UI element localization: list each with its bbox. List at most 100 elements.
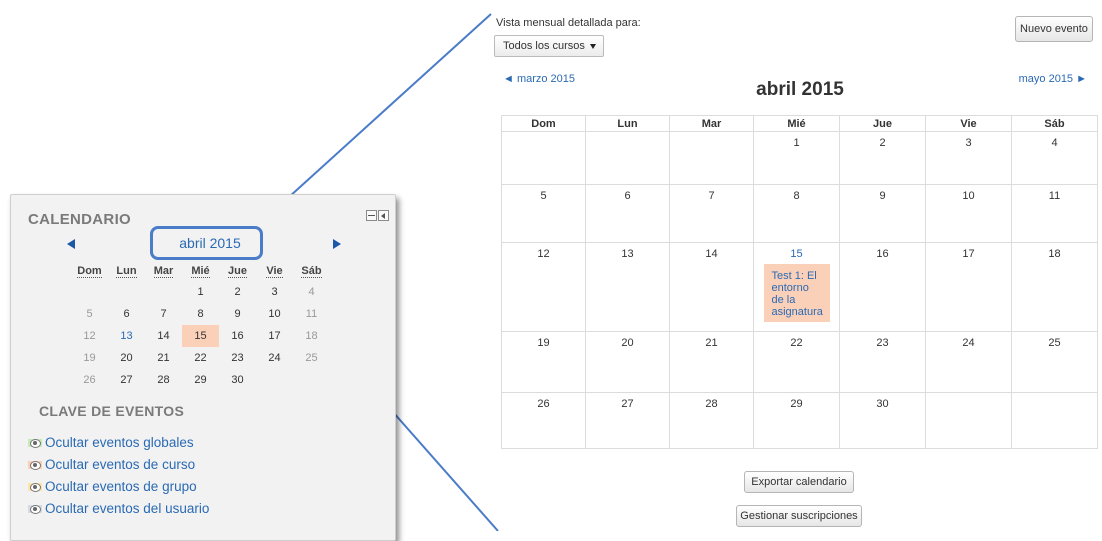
legend-item[interactable]: Ocultar eventos globales [28, 435, 194, 450]
mini-day-cell[interactable]: 16 [219, 325, 256, 347]
day-cell: 29 [753, 392, 840, 449]
mini-day-cell[interactable]: 27 [108, 369, 145, 391]
day-cell: 6 [585, 184, 670, 243]
mini-day-cell[interactable]: 2 [219, 281, 256, 303]
day-number: 3 [965, 137, 972, 149]
day-number: 14 [705, 248, 718, 260]
weekday-header: Dom [501, 115, 586, 132]
weekday-header: Vie [925, 115, 1012, 132]
mini-day-cell[interactable]: 17 [256, 325, 293, 347]
day-number: 13 [621, 248, 634, 260]
day-cell: 21 [669, 331, 754, 393]
weekday-label: Sáb [301, 265, 322, 278]
mini-day-cell[interactable]: 28 [145, 369, 182, 391]
export-calendar-button[interactable]: Exportar calendario [744, 471, 854, 493]
weekday-header: Lun [585, 115, 670, 132]
mini-day-cell[interactable]: 20 [108, 347, 145, 369]
previous-month-link[interactable]: ◄ marzo 2015 [503, 73, 575, 85]
mini-day-cell[interactable]: 12 [71, 325, 108, 347]
mini-day-cell[interactable]: 4 [293, 281, 330, 303]
day-cell [669, 131, 754, 185]
day-cell: 15 Test 1: El entorno de la asignatura [753, 242, 840, 332]
mini-day-cell[interactable]: 26 [71, 369, 108, 391]
day-number: 10 [962, 190, 975, 202]
mini-day-cell[interactable]: 9 [219, 303, 256, 325]
day-number: 8 [793, 190, 800, 202]
new-event-button[interactable]: Nuevo evento [1015, 16, 1093, 42]
day-number: 12 [537, 248, 550, 260]
day-cell: 3 [925, 131, 1012, 185]
mini-day-cell[interactable]: 10 [256, 303, 293, 325]
day-number: 25 [1048, 337, 1061, 349]
day-cell [925, 392, 1012, 449]
course-select-value: Todos los cursos [503, 40, 585, 52]
day-cell: 16 [839, 242, 926, 332]
week-row: 12 13 14 15 Test 1: El entorno de la asignat… [501, 242, 1098, 332]
legend-item[interactable]: Ocultar eventos del usuario [28, 501, 209, 516]
day-cell: 14 [669, 242, 754, 332]
mini-day-cell[interactable]: 19 [71, 347, 108, 369]
mini-day-cell[interactable]: 13 [108, 325, 145, 347]
day-cell: 8 [753, 184, 840, 243]
course-select[interactable]: Todos los cursos [494, 35, 604, 57]
day-cell: 1 [753, 131, 840, 185]
manage-subscriptions-button[interactable]: Gestionar suscripciones [736, 505, 862, 527]
mini-day-cell[interactable]: 23 [219, 347, 256, 369]
day-cell: 30 [839, 392, 926, 449]
minimize-icon[interactable] [366, 210, 377, 221]
day-cell: 24 [925, 331, 1012, 393]
legend-item[interactable]: Ocultar eventos de grupo [28, 479, 197, 494]
dock-icon[interactable] [378, 210, 389, 221]
previous-month-icon[interactable] [67, 239, 75, 249]
day-cell: 25 [1011, 331, 1098, 393]
day-number[interactable]: 15 [754, 248, 839, 260]
day-cell: 9 [839, 184, 926, 243]
mini-day-cell[interactable]: 22 [182, 347, 219, 369]
mini-day-cell[interactable]: 25 [293, 347, 330, 369]
day-cell: 10 [925, 184, 1012, 243]
day-cell: 4 [1011, 131, 1098, 185]
eye-icon [28, 505, 42, 515]
event-link[interactable]: Test 1: El entorno de la asignatura [763, 264, 830, 322]
day-number: 29 [790, 398, 803, 410]
day-number: 22 [790, 337, 803, 349]
mini-day-cell[interactable]: 24 [256, 347, 293, 369]
day-number: 9 [879, 190, 886, 202]
day-number: 7 [708, 190, 715, 202]
day-number: 16 [876, 248, 889, 260]
mini-day-cell [256, 369, 293, 391]
legend-label: Ocultar eventos globales [45, 435, 194, 450]
day-number: 19 [537, 337, 550, 349]
month-title: abril 2015 [756, 79, 844, 100]
day-number: 20 [621, 337, 634, 349]
mini-day-cell[interactable]: 30 [219, 369, 256, 391]
mini-day-cell[interactable]: 18 [293, 325, 330, 347]
mini-day-cell[interactable]: 21 [145, 347, 182, 369]
mini-day-cell[interactable]: 8 [182, 303, 219, 325]
mini-day-cell[interactable]: 29 [182, 369, 219, 391]
day-cell: 20 [585, 331, 670, 393]
mini-day-cell [293, 369, 330, 391]
mini-day-cell[interactable]: 14 [145, 325, 182, 347]
next-month-icon[interactable] [333, 239, 341, 249]
week-row: 1 2 3 4 [501, 131, 1098, 185]
mini-day-cell[interactable]: 3 [256, 281, 293, 303]
day-cell: 27 [585, 392, 670, 449]
eye-icon [28, 461, 42, 471]
mini-day-cell[interactable]: 5 [71, 303, 108, 325]
mini-day-cell[interactable]: 15 [182, 325, 219, 347]
day-cell: 17 [925, 242, 1012, 332]
day-cell: 22 [753, 331, 840, 393]
weekday-label: Mar [153, 265, 174, 278]
legend-label: Ocultar eventos del usuario [45, 501, 210, 516]
legend-item[interactable]: Ocultar eventos de curso [28, 457, 195, 472]
mini-day-cell[interactable]: 7 [145, 303, 182, 325]
mini-day-cell[interactable]: 11 [293, 303, 330, 325]
mini-day-cell[interactable]: 1 [182, 281, 219, 303]
next-month-link[interactable]: mayo 2015 ► [1019, 73, 1087, 85]
mini-day-cell[interactable]: 6 [108, 303, 145, 325]
month-calendar-table: Dom Lun Mar Mié Jue Vie Sáb 1 2 3 4 5 6 7 8 9 10 11 12 13 1… [501, 115, 1098, 449]
week-row: 5 6 7 8 9 10 11 [501, 184, 1098, 243]
day-number: 30 [876, 398, 889, 410]
weekday-label: Lun [116, 265, 137, 278]
